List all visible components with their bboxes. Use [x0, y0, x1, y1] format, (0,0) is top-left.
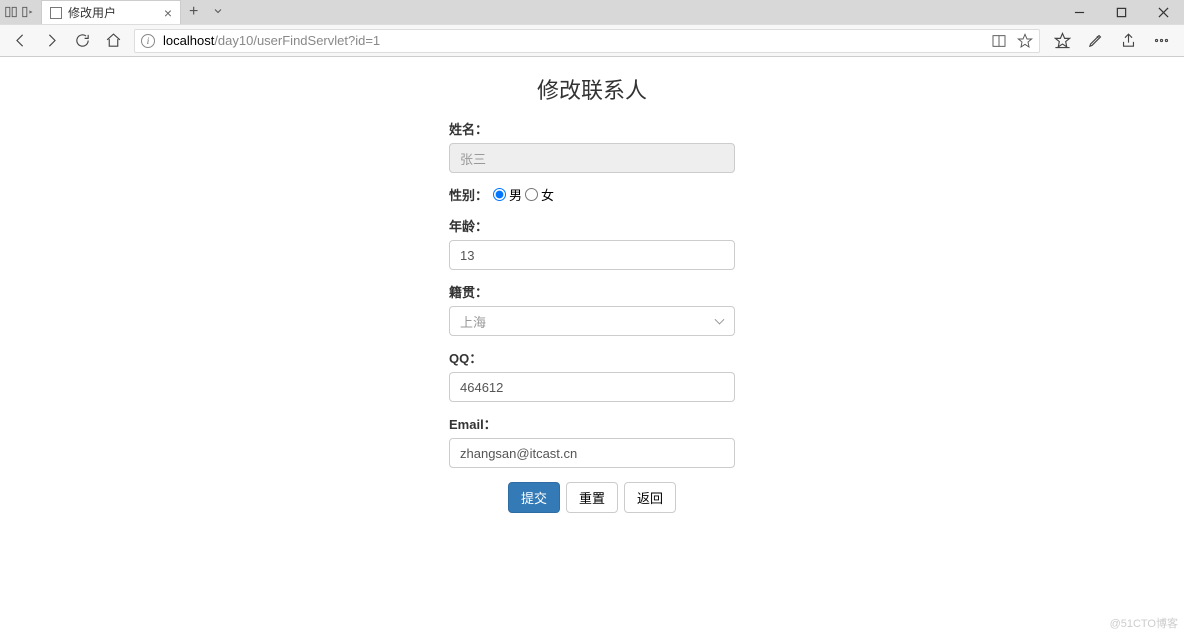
gender-label: 性别： — [449, 185, 488, 204]
back-button[interactable]: 返回 — [624, 482, 676, 513]
favorites-bar-icon[interactable] — [1054, 32, 1071, 49]
tab-aside-icon[interactable] — [4, 5, 18, 19]
site-info-icon[interactable]: i — [141, 34, 155, 48]
forward-icon[interactable] — [43, 32, 60, 49]
page-title: 修改联系人 — [0, 73, 1184, 105]
field-gender: 性别： 男 女 — [449, 185, 735, 204]
close-window-button[interactable] — [1142, 0, 1184, 24]
edit-contact-form: 姓名： 性别： 男 女 年龄： 籍贯： QQ： — [449, 119, 735, 513]
qq-input[interactable] — [449, 372, 735, 402]
name-input[interactable] — [449, 143, 735, 173]
window-controls — [1058, 0, 1184, 24]
submit-button[interactable]: 提交 — [508, 482, 560, 513]
email-input[interactable] — [449, 438, 735, 468]
page-icon — [50, 7, 62, 19]
gender-radio-male[interactable] — [493, 188, 506, 201]
notes-icon[interactable] — [1087, 32, 1104, 49]
browser-tab[interactable]: 修改用户 × — [41, 0, 181, 24]
origin-select[interactable] — [449, 306, 735, 336]
reading-view-icon[interactable] — [991, 33, 1007, 49]
email-label: Email： — [449, 414, 735, 433]
watermark: @51CTO博客 — [1110, 615, 1178, 631]
minimize-button[interactable] — [1058, 0, 1100, 24]
tab-sidebar-icons — [0, 5, 39, 19]
tab-bar: 修改用户 × + — [0, 0, 1184, 24]
more-icon[interactable] — [1153, 32, 1170, 49]
set-aside-icon[interactable] — [21, 5, 35, 19]
tab-overflow-icon[interactable] — [206, 5, 230, 20]
url-text: localhost/day10/userFindServlet?id=1 — [163, 33, 983, 48]
nav-right-icons — [1046, 32, 1178, 49]
name-label: 姓名： — [449, 119, 735, 138]
home-icon[interactable] — [105, 32, 122, 49]
field-age: 年龄： — [449, 216, 735, 270]
maximize-button[interactable] — [1100, 0, 1142, 24]
field-origin: 籍贯： — [449, 282, 735, 336]
page-content: 修改联系人 姓名： 性别： 男 女 年龄： 籍贯： — [0, 57, 1184, 513]
origin-label: 籍贯： — [449, 282, 735, 301]
browser-chrome: 修改用户 × + i localhost/day10/userFindServl… — [0, 0, 1184, 57]
share-icon[interactable] — [1120, 32, 1137, 49]
field-email: Email： — [449, 414, 735, 468]
gender-male-label: 男 — [509, 185, 522, 204]
field-name: 姓名： — [449, 119, 735, 173]
tab-close-icon[interactable]: × — [164, 5, 172, 21]
button-row: 提交 重置 返回 — [449, 482, 735, 513]
gender-female-label: 女 — [541, 185, 554, 204]
nav-buttons — [6, 32, 128, 49]
nav-bar: i localhost/day10/userFindServlet?id=1 — [0, 24, 1184, 56]
reset-button[interactable]: 重置 — [566, 482, 618, 513]
field-qq: QQ： — [449, 348, 735, 402]
qq-label: QQ： — [449, 348, 735, 367]
address-bar[interactable]: i localhost/day10/userFindServlet?id=1 — [134, 29, 1040, 53]
favorite-star-icon[interactable] — [1017, 33, 1033, 49]
age-label: 年龄： — [449, 216, 735, 235]
refresh-icon[interactable] — [74, 32, 91, 49]
back-icon[interactable] — [12, 32, 29, 49]
gender-radio-female[interactable] — [525, 188, 538, 201]
tab-title: 修改用户 — [68, 4, 116, 21]
new-tab-button[interactable]: + — [181, 3, 206, 21]
age-input[interactable] — [449, 240, 735, 270]
